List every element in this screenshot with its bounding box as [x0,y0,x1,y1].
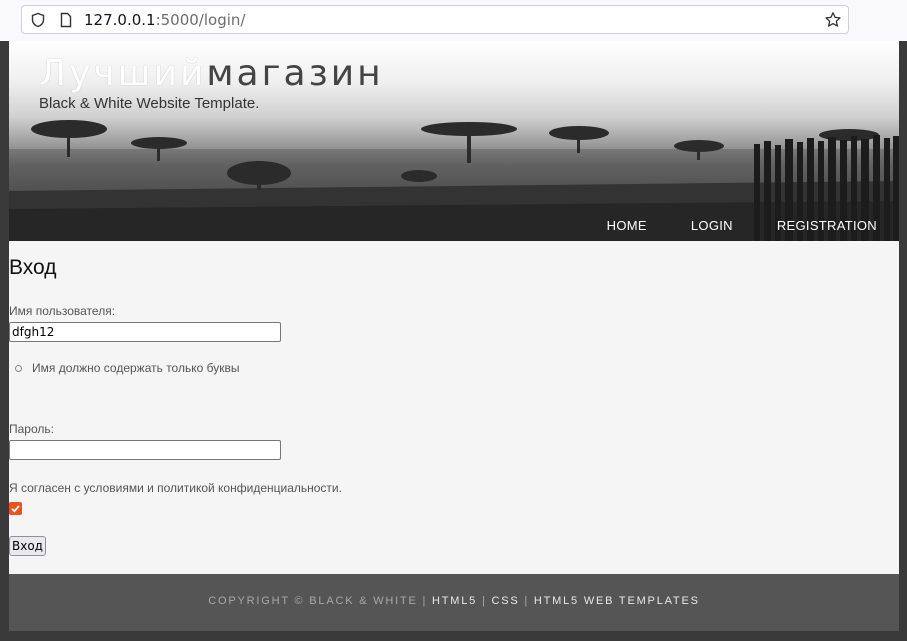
footer-separator: | [422,595,428,607]
username-label: Имя пользователя: [9,304,116,318]
site-title-part2: магазин [206,53,384,94]
url-host: 127.0.0.1 [84,11,156,29]
site-title-part1: Лучший [39,53,207,94]
footer-separator: | [524,595,530,607]
site-title[interactable]: Лучшиймагазин [39,53,384,94]
footer-separator: | [481,595,487,607]
nav-login[interactable]: LOGIN [691,218,733,233]
footer: COPYRIGHT © BLACK & WHITE | HTML5 | CSS … [9,574,899,631]
copyright-text: COPYRIGHT © BLACK & WHITE [208,595,418,607]
nav-registration[interactable]: REGISTRATION [777,218,877,233]
address-bar[interactable]: 127.0.0.1:5000/login/ [21,5,849,34]
bullet-icon [15,365,22,373]
username-error-text: Имя должно содержать только буквы [32,361,240,375]
url-text[interactable]: 127.0.0.1:5000/login/ [84,11,245,29]
password-field[interactable] [9,440,281,460]
bookmark-star-icon[interactable] [824,11,842,29]
footer-link-css[interactable]: CSS [491,595,519,607]
footer-link-html5[interactable]: HTML5 [432,595,477,607]
site-subtitle: Black & White Website Template. [39,95,260,112]
page-title: Вход [9,256,57,279]
footer-copyright: COPYRIGHT © BLACK & WHITE | HTML5 | CSS … [9,595,899,607]
page-icon [60,12,72,28]
login-submit-button[interactable]: Вход [9,536,46,556]
username-field[interactable] [9,322,281,342]
username-error: Имя должно содержать только буквы [15,361,239,375]
terms-label: Я согласен с условиями и политикой конфи… [9,481,342,495]
url-path: :5000/login/ [155,11,246,29]
nav-home[interactable]: HOME [607,218,647,233]
password-label: Пароль: [9,422,54,436]
shield-icon[interactable] [30,12,46,28]
main-nav: HOME LOGIN REGISTRATION [607,218,877,233]
header-banner: Лучшиймагазин Black & White Website Temp… [9,41,899,241]
footer-link-templates[interactable]: HTML5 WEB TEMPLATES [534,595,700,607]
checkmark-icon [11,505,20,513]
browser-toolbar: 127.0.0.1:5000/login/ [0,0,907,41]
terms-checkbox[interactable] [9,502,22,515]
page: Лучшиймагазин Black & White Website Temp… [9,41,899,631]
